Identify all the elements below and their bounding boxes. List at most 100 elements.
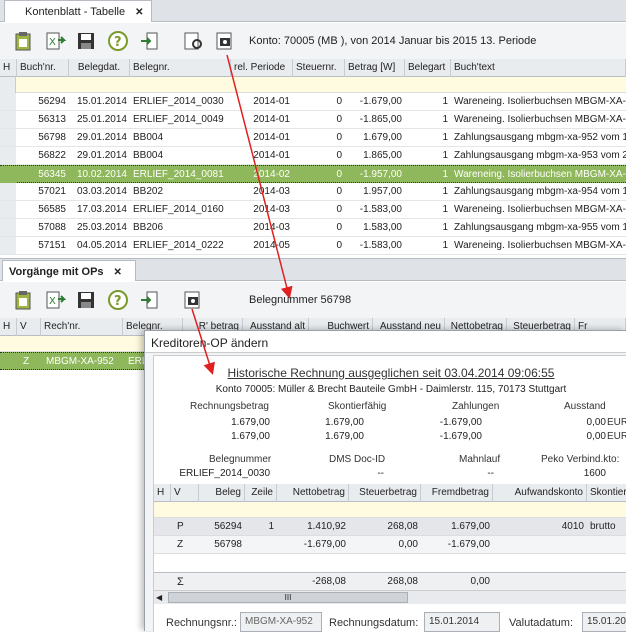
- col-belegnr[interactable]: Belegnr.: [130, 59, 231, 77]
- table-row[interactable]: P 56294 1 1.410,92 268,08 1.679,00 4010 brutto: [154, 518, 626, 536]
- row-header[interactable]: [0, 237, 16, 254]
- cell-betrag: -1.957,00: [359, 169, 402, 180]
- cell-betrag: 1.583,00: [363, 222, 402, 233]
- tab-vorgaenge[interactable]: Vorgänge mit OPs ✕: [2, 260, 136, 281]
- cell-v: Z: [177, 539, 184, 550]
- document-search-icon[interactable]: [181, 29, 205, 53]
- tab-kontenblatt[interactable]: Kontenblatt - Tabelle ✕: [4, 0, 152, 22]
- cell-steuernr: 0: [336, 240, 342, 251]
- table-row[interactable]: 56798 29.01.2014 BB004 2014-01 0 1.679,00 1 Zah…: [0, 129, 626, 147]
- row-header[interactable]: [0, 111, 16, 128]
- horizontal-scrollbar[interactable]: ◀ III: [154, 590, 626, 604]
- value-ausstand: 0,00: [586, 417, 606, 428]
- col-fremdbetrag[interactable]: Fremdbetrag: [421, 484, 493, 502]
- bottom-toolbar: X ? Belegnummer 56798: [0, 282, 626, 318]
- cell-belegart: 1: [442, 96, 448, 107]
- col-v[interactable]: V: [171, 484, 199, 502]
- cell-belegart: 1: [442, 240, 448, 251]
- cell-steuernr: 0: [336, 132, 342, 143]
- cell-rel-periode: 2014-01: [253, 132, 290, 143]
- table-row[interactable]: Z 56798 -1.679,00 0,00 -1.679,00: [154, 536, 626, 554]
- clipboard-icon[interactable]: [11, 288, 35, 312]
- dialog-grid-header: H V Beleg Zeile Nettobetrag Steuerbetrag…: [154, 484, 626, 502]
- col-skontier[interactable]: Skontier: [587, 484, 626, 502]
- filter-row[interactable]: [0, 336, 144, 352]
- table-row[interactable]: 56345 10.02.2014 ERLIEF_2014_0081 2014-02 0 -…: [0, 165, 626, 183]
- exit-icon[interactable]: [137, 288, 161, 312]
- col-buchtext[interactable]: Buch'text: [451, 59, 626, 77]
- document-view-icon[interactable]: [213, 29, 237, 53]
- scroll-thumb[interactable]: III: [168, 592, 408, 603]
- col-steuernr[interactable]: Steuernr.: [293, 59, 345, 77]
- cell-belegart: 1: [442, 114, 448, 125]
- cell-steuernr: 0: [336, 186, 342, 197]
- clipboard-icon[interactable]: [11, 29, 35, 53]
- svg-text:X: X: [49, 37, 56, 48]
- cell-belegdat: 10.02.2014: [76, 169, 127, 180]
- document-view-icon[interactable]: [181, 288, 205, 312]
- excel-export-icon[interactable]: X: [43, 288, 67, 312]
- cell-rel-periode: 2014-05: [253, 240, 290, 251]
- col-h[interactable]: H: [0, 318, 17, 336]
- cell-steuernr: 0: [336, 96, 342, 107]
- col-h[interactable]: H: [154, 484, 171, 502]
- cell-betrag: 1.679,00: [363, 132, 402, 143]
- scroll-left-icon[interactable]: ◀: [156, 593, 162, 602]
- label-ausstand: Ausstand: [564, 401, 606, 412]
- excel-export-icon[interactable]: X: [43, 29, 67, 53]
- row-header[interactable]: [0, 183, 16, 200]
- cell-rel-periode: 2014-01: [253, 96, 290, 107]
- col-steuerbetrag[interactable]: Steuerbetrag: [349, 484, 421, 502]
- row-header[interactable]: [0, 201, 16, 218]
- value-rechnungsbetrag: 1.679,00: [231, 417, 270, 428]
- col-rel-periode[interactable]: rel. Periode: [231, 59, 293, 77]
- filter-row[interactable]: [154, 502, 626, 518]
- row-header[interactable]: [0, 147, 16, 164]
- tab-label: Vorgänge mit OPs: [9, 266, 104, 278]
- close-icon[interactable]: ✕: [114, 267, 122, 278]
- col-aufwandskonto[interactable]: Aufwandskonto: [493, 484, 587, 502]
- table-row[interactable]: 56585 17.03.2014 ERLIEF_2014_0160 2014-03 0 -…: [0, 201, 626, 219]
- col-buchnr[interactable]: Buch'nr.: [17, 59, 69, 77]
- table-row[interactable]: 56313 25.01.2014 ERLIEF_2014_0049 2014-01 0 -…: [0, 111, 626, 129]
- col-belegdat[interactable]: Belegdat.: [69, 59, 130, 77]
- valutadatum-field[interactable]: 15.01.201: [582, 612, 626, 632]
- col-nettobetrag[interactable]: Nettobetrag: [277, 484, 349, 502]
- dialog-title: Kreditoren-OP ändern: [145, 331, 626, 353]
- close-icon[interactable]: ✕: [135, 7, 143, 18]
- filter-row[interactable]: [16, 77, 626, 93]
- cell-v: Z: [23, 356, 30, 367]
- table-row[interactable]: 57021 03.03.2014 BB202 2014-03 0 1.957,00 1 Zah…: [0, 183, 626, 201]
- cell-belegnr: ERLIEF_2014_0222: [133, 240, 224, 251]
- col-betrag[interactable]: Betrag [W]: [345, 59, 405, 77]
- cell-belegart: 1: [442, 132, 448, 143]
- row-header[interactable]: [0, 129, 16, 146]
- value-skontierfaehig: 1.679,00: [325, 431, 364, 442]
- cell-belegart: 1: [442, 186, 448, 197]
- help-icon[interactable]: ?: [106, 288, 130, 312]
- cell-belegnr: ERLIEF_2014_0030: [133, 96, 224, 107]
- col-rechnr[interactable]: Rech'nr.: [41, 318, 123, 336]
- table-row[interactable]: 57088 25.03.2014 BB206 2014-03 0 1.583,00 1 Zah…: [0, 219, 626, 237]
- col-beleg[interactable]: Beleg: [199, 484, 245, 502]
- table-row[interactable]: 56294 15.01.2014 ERLIEF_2014_0030 2014-01 0 -…: [0, 93, 626, 111]
- col-belegart[interactable]: Belegart: [405, 59, 451, 77]
- save-icon[interactable]: [74, 29, 98, 53]
- rechnungsnr-field[interactable]: MBGM-XA-952: [240, 612, 322, 632]
- col-v[interactable]: V: [17, 318, 41, 336]
- exit-icon[interactable]: [137, 29, 161, 53]
- row-header[interactable]: [0, 166, 16, 183]
- dialog-body: Historische Rechnung ausgeglichen seit 0…: [153, 355, 626, 632]
- col-zeile[interactable]: Zeile: [245, 484, 277, 502]
- table-row[interactable]: 56822 29.01.2014 BB004 2014-01 0 1.865,00 1 Zah…: [0, 147, 626, 165]
- save-icon[interactable]: [74, 288, 98, 312]
- cell-buchnr: 56313: [38, 114, 66, 125]
- help-icon[interactable]: ?: [106, 29, 130, 53]
- table-row[interactable]: 57151 04.05.2014 ERLIEF_2014_0222 2014-05 0 -…: [0, 237, 626, 255]
- row-header[interactable]: [0, 219, 16, 236]
- row-header[interactable]: [0, 93, 16, 110]
- rechnungsdatum-field[interactable]: 15.01.2014: [424, 612, 500, 632]
- col-h[interactable]: H: [0, 59, 17, 77]
- table-row[interactable]: Z MBGM-XA-952 ERL: [0, 352, 147, 370]
- sum-fremdbetrag: 0,00: [470, 576, 490, 587]
